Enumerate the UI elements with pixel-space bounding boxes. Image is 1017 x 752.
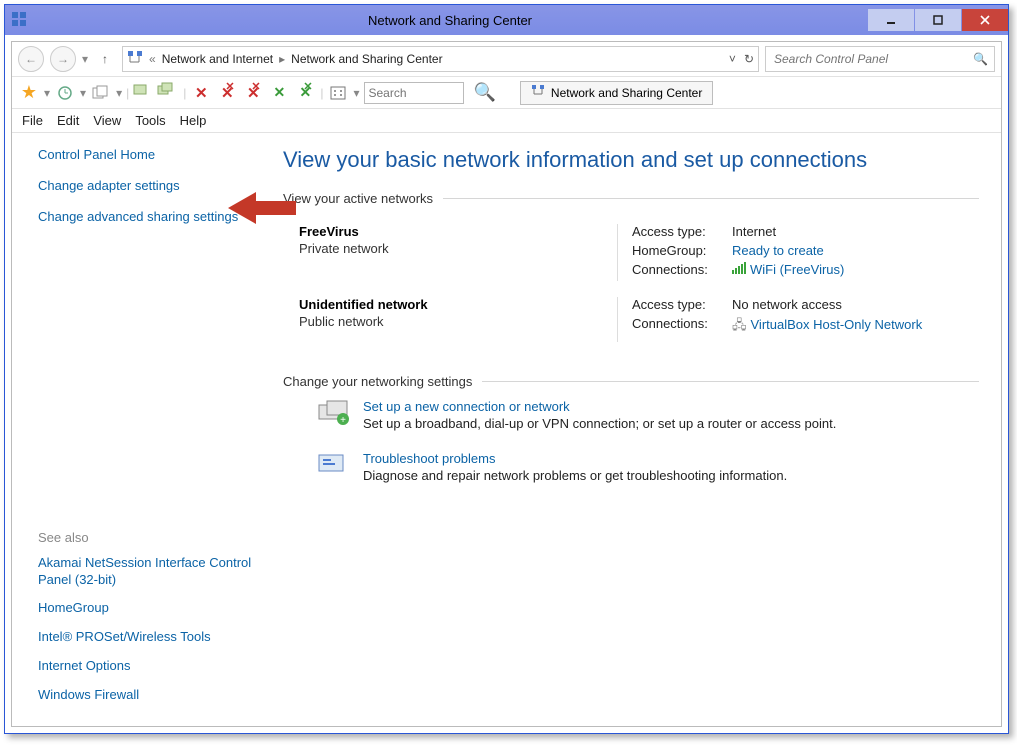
connections-label: Connections: (632, 262, 732, 277)
toolbar-dropdown-1-icon[interactable]: ▾ (44, 86, 50, 100)
network-name: FreeVirus (299, 224, 613, 239)
sidebar-control-panel-home[interactable]: Control Panel Home (38, 147, 253, 164)
active-networks-label: View your active networks (283, 191, 433, 206)
sidebar-change-adapter-settings[interactable]: Change adapter settings (38, 178, 253, 195)
access-type-label: Access type: (632, 224, 732, 239)
change-settings-heading: Change your networking settings (283, 374, 979, 389)
tab-label: Network and Sharing Center (551, 86, 702, 100)
see-also-windows-firewall[interactable]: Windows Firewall (38, 687, 253, 704)
confirm-icon[interactable]: ✕ (268, 82, 290, 104)
connection-link-virtualbox[interactable]: VirtualBox Host-Only Network (751, 317, 923, 332)
connections-label: Connections: (632, 316, 732, 338)
toolbar-dropdown-2-icon[interactable]: ▾ (80, 86, 86, 100)
svg-text:+: + (340, 415, 346, 426)
toolbar-search-icon[interactable]: 🔍 (474, 82, 496, 103)
open-tab-icon[interactable] (133, 82, 155, 104)
network-icon (531, 84, 545, 101)
network-entry-unidentified: Unidentified network Public network Acce… (283, 289, 979, 350)
network-type: Public network (299, 314, 613, 329)
refresh-icon[interactable]: ↻ (744, 52, 754, 66)
breadcrumb-network-internet[interactable]: Network and Internet (162, 52, 273, 66)
connection-link-wifi[interactable]: WiFi (FreeVirus) (750, 262, 844, 277)
access-type-value: No network access (732, 297, 842, 312)
network-name: Unidentified network (299, 297, 613, 312)
search-icon[interactable]: 🔍 (973, 52, 988, 66)
sidebar: Control Panel Home Change adapter settin… (12, 133, 267, 726)
history-icon[interactable] (54, 82, 76, 104)
troubleshoot-desc: Diagnose and repair network problems or … (363, 468, 787, 483)
setting-troubleshoot: Troubleshoot problems Diagnose and repai… (315, 451, 979, 483)
body: Control Panel Home Change adapter settin… (12, 133, 1001, 726)
menu-view[interactable]: View (93, 113, 121, 128)
network-entry-freevirus: FreeVirus Private network Access type:In… (283, 216, 979, 289)
setup-connection-icon: + (315, 399, 351, 431)
breadcrumb-network-sharing[interactable]: Network and Sharing Center (291, 52, 442, 66)
address-bar[interactable]: « Network and Internet ▸ Network and Sha… (122, 46, 759, 72)
forward-button[interactable]: → (50, 46, 76, 72)
up-button[interactable]: ↑ (94, 48, 116, 70)
window-frame: Network and Sharing Center ← → ▾ ↑ « Net… (4, 4, 1009, 734)
access-type-value: Internet (732, 224, 776, 239)
toolbar: ★ ▾ ▾ ▾ | | ✕ ✕✕ ✕✕ ✕ ✕✕ | ▾ 🔍 Networ (12, 77, 1001, 109)
close-all-tabs-icon[interactable]: ✕✕ (216, 82, 238, 104)
open-tabs-icon[interactable] (157, 82, 179, 104)
view-mode-icon[interactable] (327, 82, 349, 104)
toolbar-dropdown-3-icon[interactable]: ▾ (116, 86, 122, 100)
troubleshoot-link[interactable]: Troubleshoot problems (363, 451, 495, 466)
wifi-signal-icon (732, 262, 746, 277)
toolbar-dropdown-4-icon[interactable]: ▾ (353, 86, 359, 100)
sidebar-change-advanced-sharing[interactable]: Change advanced sharing settings (38, 209, 253, 226)
homegroup-label: HomeGroup: (632, 243, 732, 258)
change-settings-label: Change your networking settings (283, 374, 472, 389)
toolbar-search-input[interactable] (364, 82, 464, 104)
titlebar: Network and Sharing Center (5, 5, 1008, 35)
menu-file[interactable]: File (22, 113, 43, 128)
menu-tools[interactable]: Tools (135, 113, 165, 128)
app-icon (11, 11, 27, 30)
see-also-internet-options[interactable]: Internet Options (38, 658, 253, 675)
network-icon (127, 50, 143, 69)
access-type-label: Access type: (632, 297, 732, 312)
main: View your basic network information and … (267, 133, 1001, 726)
breadcrumb-sep-icon: ▸ (279, 52, 285, 66)
setup-connection-desc: Set up a broadband, dial-up or VPN conne… (363, 416, 836, 431)
address-dropdown-icon[interactable]: ˅ (729, 52, 736, 66)
close-button[interactable] (962, 9, 1008, 31)
history-dropdown-icon[interactable]: ▾ (82, 52, 88, 66)
setup-connection-link[interactable]: Set up a new connection or network (363, 399, 570, 414)
see-also-akamai[interactable]: Akamai NetSession Interface Control Pane… (38, 555, 253, 589)
see-also-heading: See also (38, 530, 253, 545)
search-input[interactable] (772, 51, 952, 67)
setting-setup-connection: + Set up a new connection or network Set… (315, 399, 979, 431)
close-tab-icon[interactable]: ✕ (190, 82, 212, 104)
close-other-tabs-icon[interactable]: ✕✕ (242, 82, 264, 104)
back-button[interactable]: ← (18, 46, 44, 72)
troubleshoot-icon (315, 451, 351, 483)
search-control-panel[interactable]: 🔍 (765, 46, 995, 72)
confirm-all-icon[interactable]: ✕✕ (294, 82, 316, 104)
adapter-icon: 🖧 (732, 317, 747, 332)
menubar: File Edit View Tools Help (12, 109, 1001, 133)
active-networks-heading: View your active networks (283, 191, 979, 206)
window-title: Network and Sharing Center (33, 13, 867, 28)
address-row: ← → ▾ ↑ « Network and Internet ▸ Network… (12, 42, 1001, 77)
window-inner: ← → ▾ ↑ « Network and Internet ▸ Network… (11, 41, 1002, 727)
menu-help[interactable]: Help (180, 113, 207, 128)
menu-edit[interactable]: Edit (57, 113, 79, 128)
see-also-intel[interactable]: Intel® PROSet/Wireless Tools (38, 629, 253, 646)
tab-network-sharing[interactable]: Network and Sharing Center (520, 81, 713, 105)
pages-icon[interactable] (90, 82, 112, 104)
maximize-button[interactable] (915, 9, 961, 31)
breadcrumb-prefix: « (149, 52, 156, 66)
minimize-button[interactable] (868, 9, 914, 31)
favorites-icon[interactable]: ★ (18, 82, 40, 104)
homegroup-link[interactable]: Ready to create (732, 243, 824, 258)
network-type: Private network (299, 241, 613, 256)
see-also-homegroup[interactable]: HomeGroup (38, 600, 253, 617)
page-title: View your basic network information and … (283, 147, 979, 173)
